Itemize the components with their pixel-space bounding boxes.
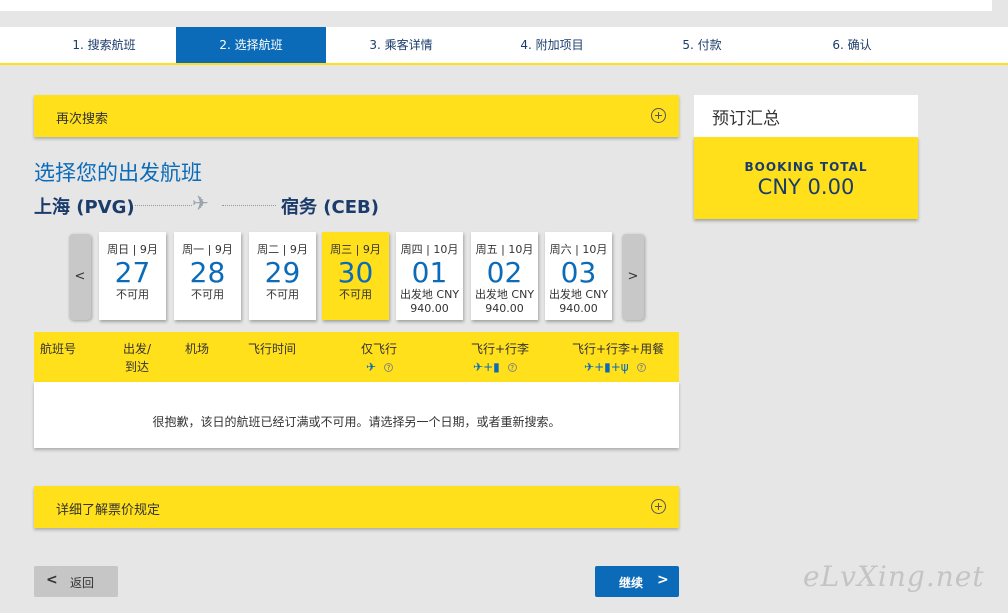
next-dates-button[interactable]: > <box>622 234 644 320</box>
top-strip <box>0 0 1008 13</box>
col-fly-only[interactable]: 仅飞行 <box>361 340 397 357</box>
date-status: 出发地 CNY <box>474 288 535 301</box>
chevron-left-icon: < <box>46 572 58 588</box>
step-payment[interactable]: 5. 付款 <box>627 27 777 63</box>
date-header: 周四 | 10月 <box>400 243 459 256</box>
date-day: 28 <box>189 256 226 289</box>
col-duration: 飞行时间 <box>248 342 297 356</box>
step-confirm[interactable]: 6. 确认 <box>777 27 927 63</box>
col-depart: 出发/ <box>123 342 152 356</box>
date-tile[interactable]: 周二 | 9月 29 不可用 <box>249 232 316 320</box>
luggage-icon: ▮ <box>493 360 500 374</box>
col-arrive: 到达 <box>125 360 150 374</box>
date-tile-selected[interactable]: 周三 | 9月 30 不可用 <box>322 232 389 320</box>
route-destination: 宿务 (CEB) <box>281 197 379 218</box>
fly-bag-icons: ✈+▮? <box>473 360 517 374</box>
col-fly-bag-meal[interactable]: 飞行+行李+用餐 <box>572 340 664 357</box>
date-day: 02 <box>486 256 523 289</box>
step-select-flight[interactable]: 2. 选择航班 <box>176 27 326 63</box>
date-status: 出发地 CNY <box>548 288 609 301</box>
route-dotted-line <box>222 205 276 206</box>
airplane-icon: ✈ <box>366 360 377 374</box>
date-day: 30 <box>337 256 374 289</box>
luggage-icon: ▮ <box>604 360 611 374</box>
prev-dates-button[interactable]: < <box>69 234 91 320</box>
col-flight-number: 航班号 <box>40 342 77 356</box>
watermark: eLvXing.net <box>803 560 985 593</box>
booking-total-amount: CNY 0.00 <box>757 175 855 199</box>
date-tile[interactable]: 周日 | 9月 27 不可用 <box>99 232 166 320</box>
continue-button[interactable]: 继续 > <box>595 566 679 597</box>
date-header: 周二 | 9月 <box>257 243 308 256</box>
airplane-icon: ✈ <box>473 360 484 374</box>
booking-summary-title: 预订汇总 <box>694 95 918 137</box>
search-again-panel[interactable]: 再次搜索 <box>34 95 679 137</box>
flight-table-header: 航班号 出发/ 到达 机场 飞行时间 仅飞行 ✈? 飞行+行李 ✈+▮? 飞行+… <box>34 332 679 382</box>
date-header: 周五 | 10月 <box>475 243 534 256</box>
flight-table-body: 很抱歉，该日的航班已经订满或不可用。请选择另一个日期，或者重新搜索。 <box>34 382 679 448</box>
date-tile[interactable]: 周四 | 10月 01 出发地 CNY 940.00 <box>396 232 463 320</box>
date-day: 01 <box>411 256 448 289</box>
airplane-icon: ✈ <box>584 360 595 374</box>
date-day: 27 <box>114 256 151 289</box>
date-status: 不可用 <box>266 288 299 301</box>
route-dotted-line <box>135 205 192 206</box>
no-flights-message: 很抱歉，该日的航班已经订满或不可用。请选择另一个日期，或者重新搜索。 <box>152 415 561 429</box>
date-day: 03 <box>560 256 597 289</box>
date-price: 940.00 <box>410 302 449 315</box>
date-header: 周一 | 9月 <box>182 243 233 256</box>
date-day: 29 <box>264 256 301 289</box>
date-status: 出发地 CNY <box>399 288 460 301</box>
date-tile[interactable]: 周一 | 9月 28 不可用 <box>174 232 241 320</box>
date-status: 不可用 <box>339 288 372 301</box>
booking-total-box: BOOKING TOTAL CNY 0.00 <box>694 137 918 219</box>
step-passenger-details[interactable]: 3. 乘客详情 <box>326 27 476 63</box>
airplane-icon: ✈ <box>192 191 209 215</box>
fare-rules-label: 详细了解票价规定 <box>56 503 161 518</box>
back-button[interactable]: < 返回 <box>34 566 118 597</box>
date-header: 周三 | 9月 <box>330 243 381 256</box>
step-search-flights[interactable]: 1. 搜索航班 <box>29 27 179 63</box>
booking-total-label: BOOKING TOTAL <box>744 160 868 174</box>
back-label: 返回 <box>70 576 95 590</box>
route-origin: 上海 (PVG) <box>34 197 135 218</box>
fare-rules-panel[interactable]: 详细了解票价规定 <box>34 486 679 528</box>
page-title: 选择您的出发航班 <box>34 161 202 185</box>
date-tile[interactable]: 周六 | 10月 03 出发地 CNY 940.00 <box>545 232 612 320</box>
expand-plus-icon[interactable] <box>651 108 666 123</box>
date-tile[interactable]: 周五 | 10月 02 出发地 CNY 940.00 <box>471 232 538 320</box>
fly-bag-meal-icons: ✈+▮+ψ? <box>584 360 646 374</box>
date-price: 940.00 <box>559 302 598 315</box>
meal-icon: ψ <box>620 360 629 374</box>
fly-only-icons: ✈? <box>366 360 394 374</box>
expand-plus-icon[interactable] <box>651 499 666 514</box>
progress-steps: 1. 搜索航班 2. 选择航班 3. 乘客详情 4. 附加项目 5. 付款 6.… <box>0 27 1008 65</box>
search-again-label: 再次搜索 <box>56 112 109 127</box>
col-fly-bag[interactable]: 飞行+行李 <box>471 340 529 357</box>
date-status: 不可用 <box>191 288 224 301</box>
help-icon[interactable]: ? <box>507 363 517 372</box>
help-icon[interactable]: ? <box>636 363 646 372</box>
help-icon[interactable]: ? <box>384 363 394 372</box>
chevron-right-icon: > <box>657 572 669 588</box>
date-status: 不可用 <box>116 288 149 301</box>
continue-label: 继续 <box>619 576 644 590</box>
step-add-ons[interactable]: 4. 附加项目 <box>477 27 627 63</box>
route: 上海 (PVG) ✈ 宿务 (CEB) <box>34 191 379 219</box>
col-airport: 机场 <box>185 342 210 356</box>
date-price: 940.00 <box>485 302 524 315</box>
date-header: 周六 | 10月 <box>549 243 608 256</box>
date-header: 周日 | 9月 <box>107 243 158 256</box>
